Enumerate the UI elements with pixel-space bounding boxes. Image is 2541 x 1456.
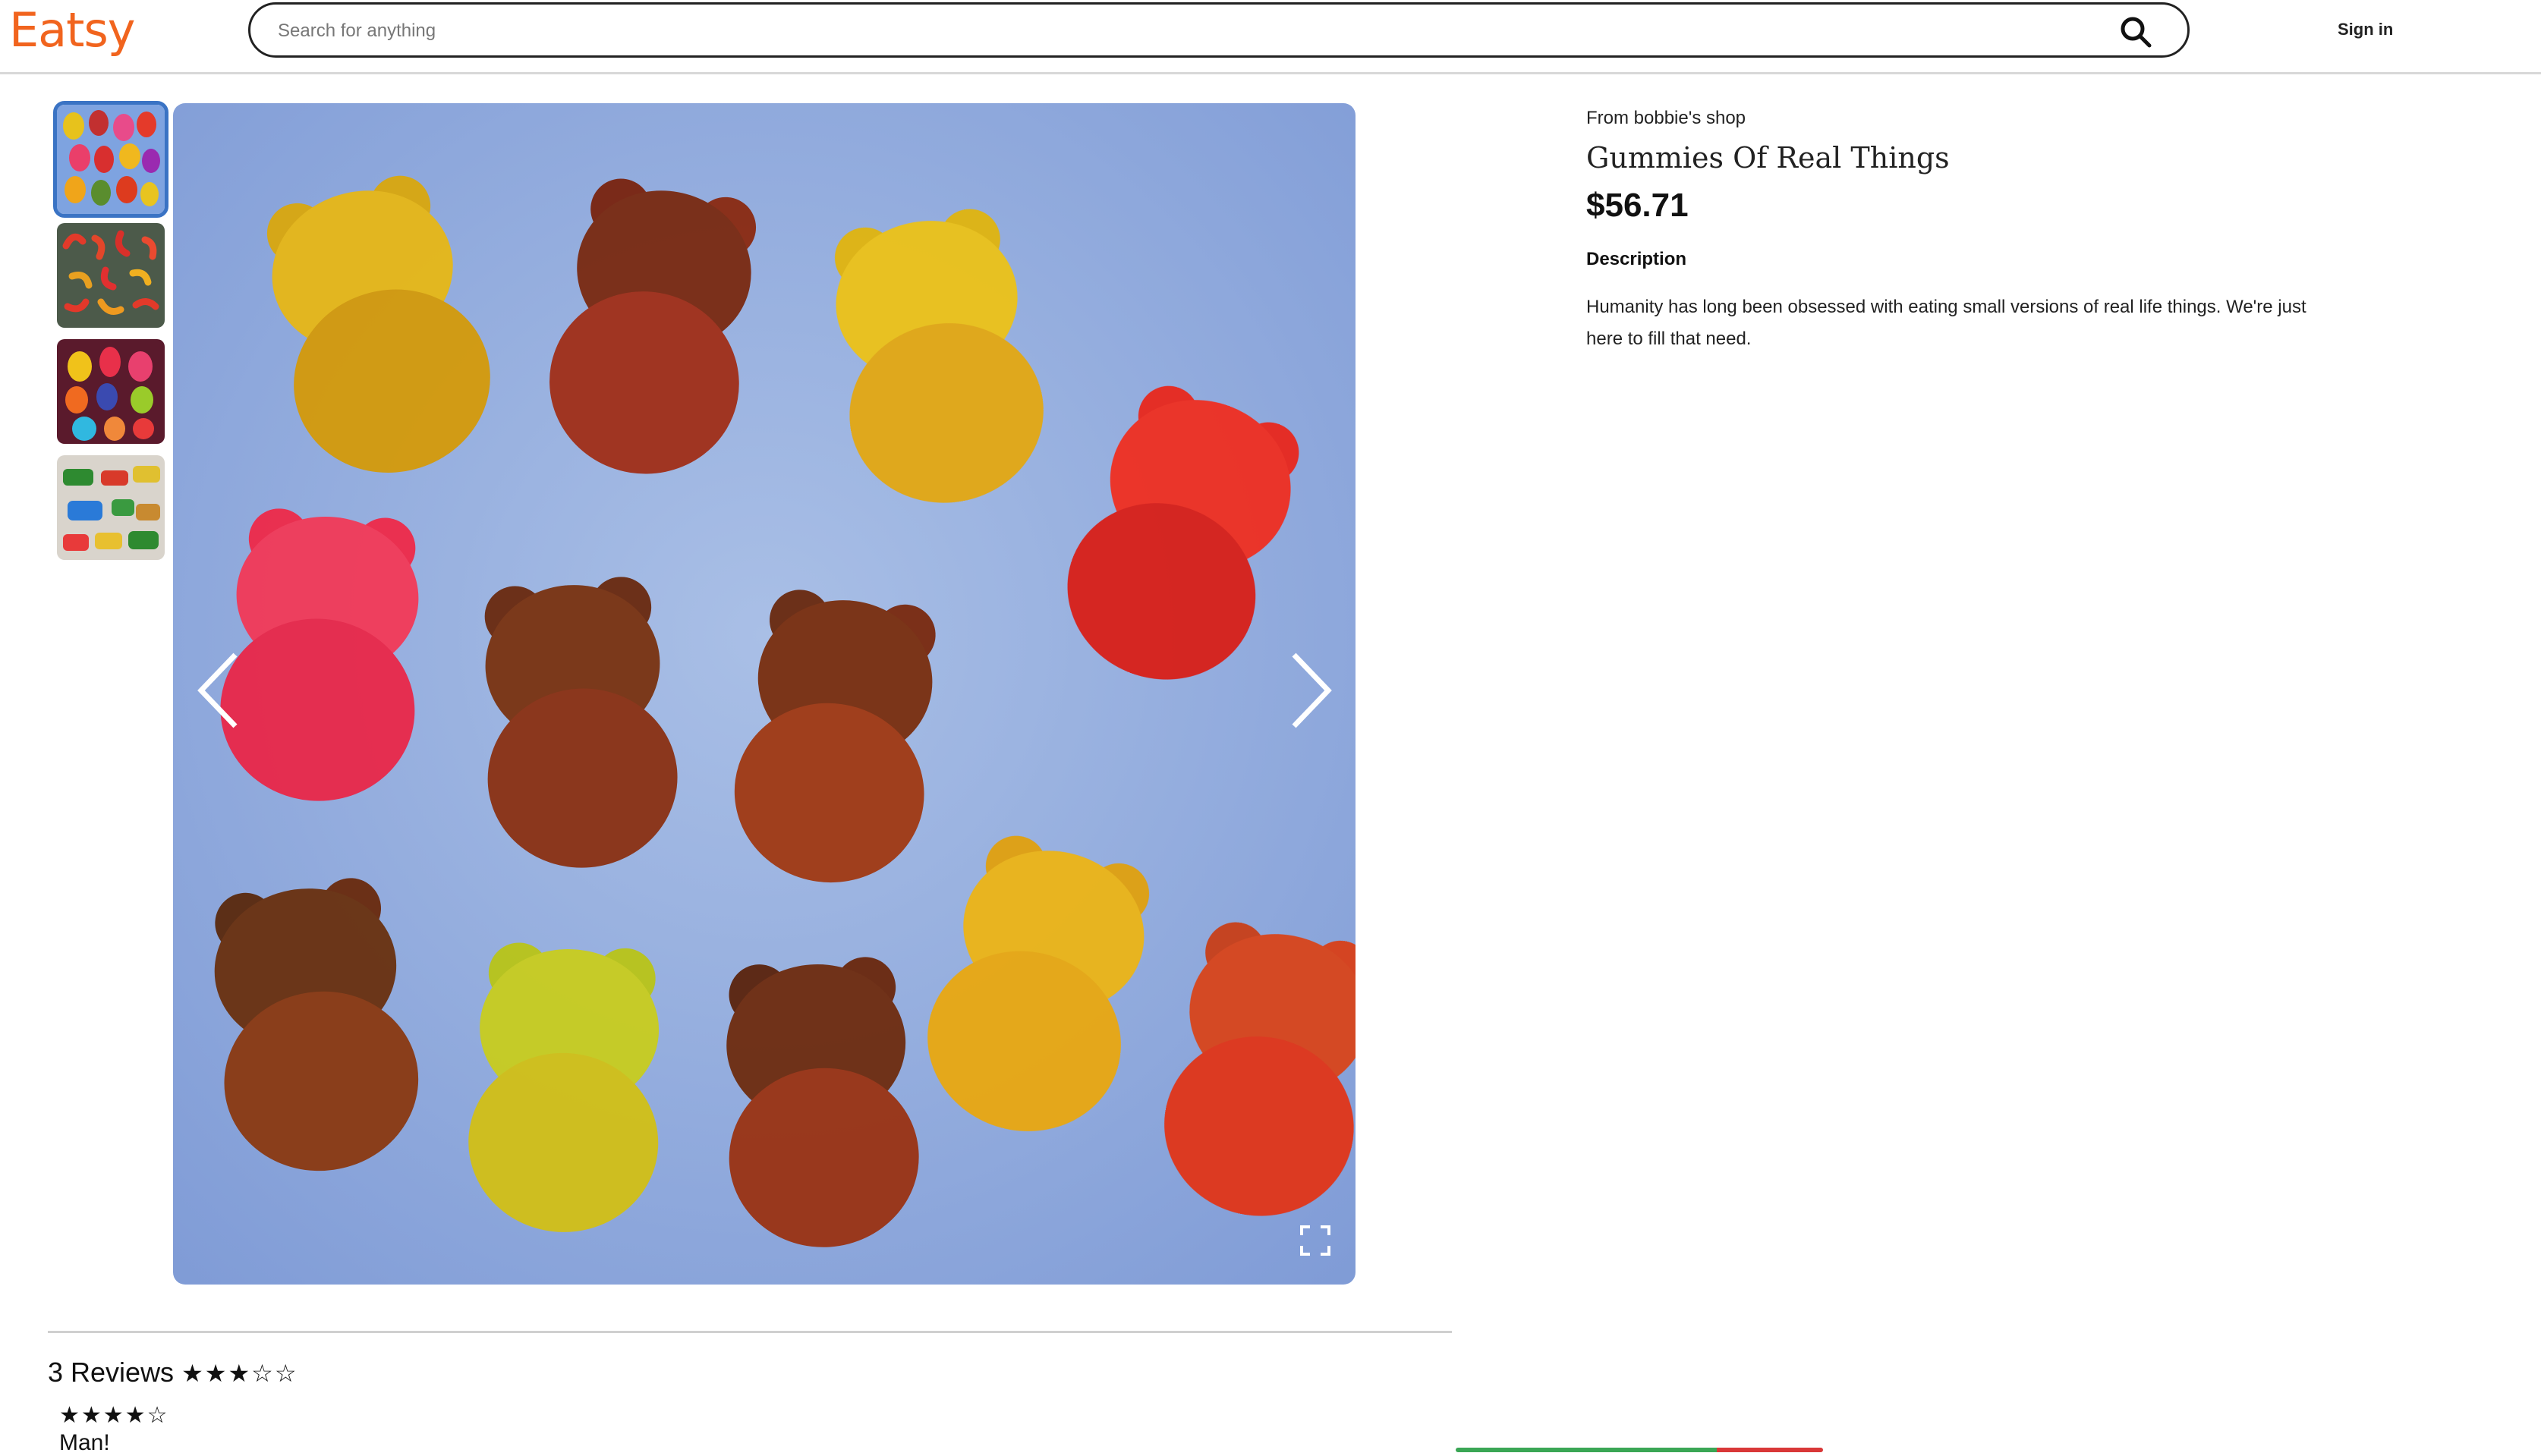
- reviews-count: 3 Reviews: [48, 1357, 175, 1388]
- thumbnail-gummy-cars[interactable]: [57, 455, 165, 560]
- fullscreen-icon[interactable]: [1299, 1225, 1331, 1256]
- product-price: $56.71: [1586, 187, 1689, 224]
- rating-bar-positive: [1456, 1448, 1717, 1452]
- product-description: Humanity has long been obsessed with eat…: [1586, 297, 2306, 349]
- site-header: Eatsy Sign in: [0, 0, 2541, 74]
- rating-bar: [1456, 1448, 1823, 1452]
- shop-link[interactable]: From bobbie's shop: [1586, 108, 1746, 129]
- reviews-heading: 3 Reviews ★★★☆☆: [48, 1357, 298, 1388]
- sign-in-link[interactable]: Sign in: [2338, 20, 2393, 39]
- average-rating-stars: ★★★☆☆: [181, 1360, 298, 1387]
- thumbnail-gummy-hands[interactable]: [57, 339, 165, 444]
- review-rating-stars: ★★★★☆: [59, 1403, 169, 1428]
- description-heading: Description: [1586, 249, 1687, 269]
- previous-image-arrow-icon[interactable]: [194, 649, 247, 732]
- rating-bar-negative: [1717, 1448, 1823, 1452]
- search-icon[interactable]: [2118, 14, 2154, 50]
- main-product-image[interactable]: [173, 103, 1356, 1285]
- section-divider: [48, 1331, 1452, 1333]
- site-logo[interactable]: Eatsy: [9, 2, 135, 59]
- thumbnail-gummy-bears[interactable]: [53, 101, 168, 218]
- search-input[interactable]: [276, 15, 2086, 47]
- next-image-arrow-icon[interactable]: [1283, 649, 1336, 732]
- search-bar[interactable]: [248, 2, 2190, 58]
- thumbnail-red-gummies[interactable]: [57, 223, 165, 328]
- product-title: Gummies Of Real Things: [1586, 141, 1950, 175]
